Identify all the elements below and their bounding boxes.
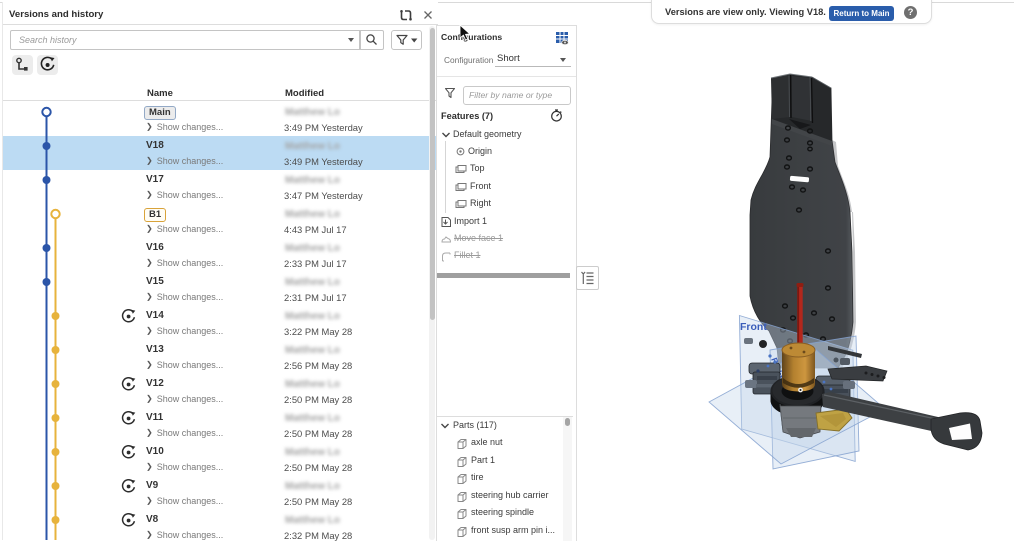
svg-text:Front: Front [740,321,767,333]
